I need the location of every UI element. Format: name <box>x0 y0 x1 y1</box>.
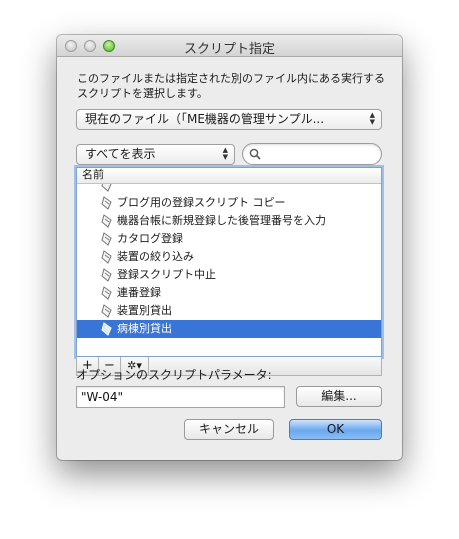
script-icon <box>101 184 112 192</box>
list-item-label: ブログ用の登録スクリプト コピー <box>117 196 286 209</box>
filter-popup[interactable]: すべてを表示 ▲ ▼ <box>76 144 235 165</box>
script-icon <box>101 268 112 282</box>
list-item[interactable]: 連番登録 <box>77 284 381 302</box>
title-bar: スクリプト指定 <box>57 35 402 57</box>
script-list-rows: ブログ用の登録スクリプト コピー機器台帳に新規登録した後管理番号を入力 カタログ登… <box>77 184 381 356</box>
list-item[interactable]: ブログ用の登録スクリプト コピー <box>77 194 381 212</box>
script-icon <box>101 286 112 300</box>
list-item-label: 装置別貸出 <box>117 304 172 317</box>
script-icon <box>101 196 112 210</box>
list-item[interactable]: 登録スクリプト中止 <box>77 266 381 284</box>
list-item-label: 病棟別貸出 <box>117 322 172 335</box>
script-icon <box>101 304 112 318</box>
search-field[interactable] <box>242 143 382 165</box>
list-item-label: カタログ登録 <box>117 232 183 245</box>
list-item[interactable]: 病棟別貸出 <box>77 320 381 338</box>
file-source-label: 現在のファイル（「ME機器の管理サンプル... <box>85 112 325 126</box>
parameter-label: オプションのスクリプトパラメータ: <box>76 368 272 382</box>
search-input[interactable] <box>265 146 379 164</box>
script-parameter-input[interactable] <box>76 386 285 408</box>
popup-arrows-icon: ▲ ▼ <box>222 146 228 161</box>
dialog-description: このファイルまたは指定された別のファイル内にある実行するスクリプトを選択します。 <box>77 72 385 100</box>
list-item-partial[interactable] <box>77 184 381 194</box>
list-item-label: 機器台帳に新規登録した後管理番号を入力 <box>117 214 326 227</box>
window-title: スクリプト指定 <box>183 42 275 57</box>
list-item[interactable]: カタログ登録 <box>77 230 381 248</box>
script-icon <box>101 232 112 246</box>
list-item[interactable]: 装置別貸出 <box>77 302 381 320</box>
ok-button[interactable]: OK <box>289 419 382 440</box>
list-item-label: 連番登録 <box>117 286 161 299</box>
popup-arrows-icon: ▲ ▼ <box>369 111 375 126</box>
script-icon <box>101 322 112 336</box>
column-header-name[interactable]: 名前 <box>77 168 381 184</box>
filter-label: すべてを表示 <box>85 147 156 161</box>
cancel-button[interactable]: キャンセル <box>184 419 274 440</box>
script-dialog: スクリプト指定 このファイルまたは指定された別のファイル内にある実行するスクリプ… <box>57 35 402 460</box>
list-item[interactable]: 装置の絞り込み <box>77 248 381 266</box>
file-source-popup[interactable]: 現在のファイル（「ME機器の管理サンプル... ▲ ▼ <box>76 109 382 130</box>
list-item-label: 装置の絞り込み <box>117 250 194 263</box>
script-icon <box>101 250 112 264</box>
script-icon <box>101 214 112 228</box>
search-icon <box>249 148 261 160</box>
list-item-label: 登録スクリプト中止 <box>117 268 216 281</box>
script-list[interactable]: 名前 ブログ用の登録スクリプト コピー機器台帳に新規登録した後管理番号を入力 カタ… <box>76 167 382 357</box>
edit-parameter-button[interactable]: 編集... <box>296 386 382 407</box>
list-item[interactable]: 機器台帳に新規登録した後管理番号を入力 <box>77 212 381 230</box>
